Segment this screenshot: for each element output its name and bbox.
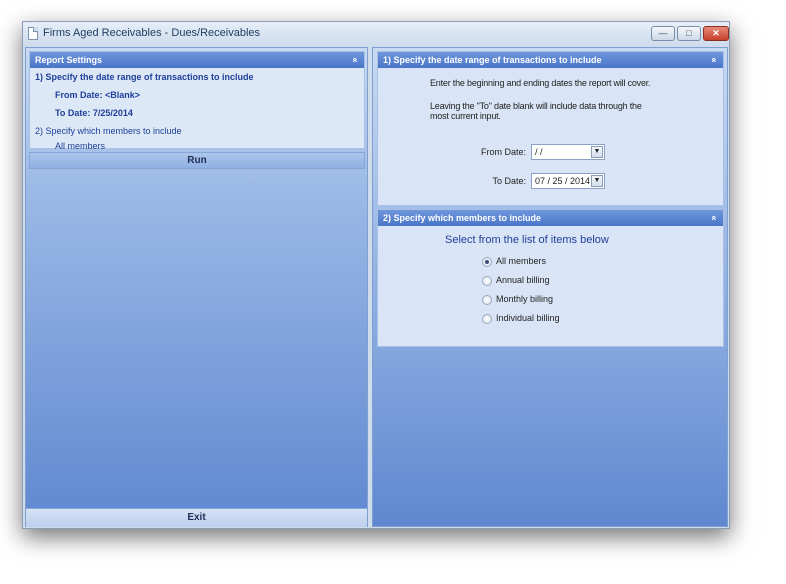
exit-button[interactable]: Exit <box>26 508 367 527</box>
chevron-down-icon[interactable]: ▼ <box>591 146 603 158</box>
date-range-section: 1) Specify the date range of transaction… <box>377 51 724 206</box>
double-chevron-up-icon[interactable]: « <box>706 57 722 62</box>
minimize-button[interactable]: — <box>651 26 675 41</box>
date-range-title: 1) Specify the date range of transaction… <box>383 55 602 65</box>
to-date-value: 07 / 25 / 2014 <box>535 176 591 186</box>
from-date-value: / / <box>535 147 543 157</box>
maximize-button[interactable]: □ <box>677 26 701 41</box>
date-instructions-1: Enter the beginning and ending dates the… <box>430 78 651 88</box>
to-date-input[interactable]: 07 / 25 / 2014 ▼ <box>531 173 605 189</box>
members-header[interactable]: 2) Specify which members to include « <box>378 210 723 226</box>
app-window: Firms Aged Receivables - Dues/Receivable… <box>22 21 730 529</box>
to-date-label: To Date: <box>492 176 526 186</box>
radio-label: Individual billing <box>496 313 560 323</box>
double-chevron-up-icon[interactable]: « <box>347 57 363 62</box>
members-title: 2) Specify which members to include <box>383 213 542 223</box>
from-date-input[interactable]: / / ▼ <box>531 144 605 160</box>
left-panel: Report Settings « 1) Specify the date ra… <box>25 47 368 527</box>
settings-step2[interactable]: 2) Specify which members to include <box>35 126 182 136</box>
document-icon <box>28 27 38 40</box>
title-bar: Firms Aged Receivables - Dues/Receivable… <box>23 22 729 45</box>
members-heading: Select from the list of items below <box>445 234 609 246</box>
close-button[interactable]: ✕ <box>703 26 729 41</box>
radio-button[interactable] <box>482 276 492 286</box>
radio-label: Monthly billing <box>496 294 554 304</box>
right-panel: 1) Specify the date range of transaction… <box>372 47 728 527</box>
settings-to-date[interactable]: To Date: 7/25/2014 <box>55 108 133 118</box>
report-settings-title: Report Settings <box>35 55 103 65</box>
radio-label: Annual billing <box>496 275 550 285</box>
from-date-label: From Date: <box>480 147 526 157</box>
members-section: 2) Specify which members to include « Se… <box>377 209 724 347</box>
radio-button[interactable] <box>482 295 492 305</box>
date-instructions-2a: Leaving the "To" date blank will include… <box>430 101 642 111</box>
report-settings-header[interactable]: Report Settings « <box>30 52 364 68</box>
settings-step1[interactable]: 1) Specify the date range of transaction… <box>35 72 254 82</box>
radio-button[interactable] <box>482 257 492 267</box>
double-chevron-up-icon[interactable]: « <box>706 215 722 220</box>
settings-from-date[interactable]: From Date: <Blank> <box>55 90 140 100</box>
chevron-down-icon[interactable]: ▼ <box>591 175 603 187</box>
settings-members-value[interactable]: All members <box>55 141 105 151</box>
radio-label: All members <box>496 256 547 266</box>
run-button[interactable]: Run <box>29 152 365 169</box>
date-instructions-2b: most current input. <box>430 111 501 121</box>
radio-button[interactable] <box>482 314 492 324</box>
window-title: Firms Aged Receivables - Dues/Receivable… <box>43 27 261 39</box>
date-range-header[interactable]: 1) Specify the date range of transaction… <box>378 52 723 68</box>
report-settings-box: Report Settings « 1) Specify the date ra… <box>29 51 365 151</box>
